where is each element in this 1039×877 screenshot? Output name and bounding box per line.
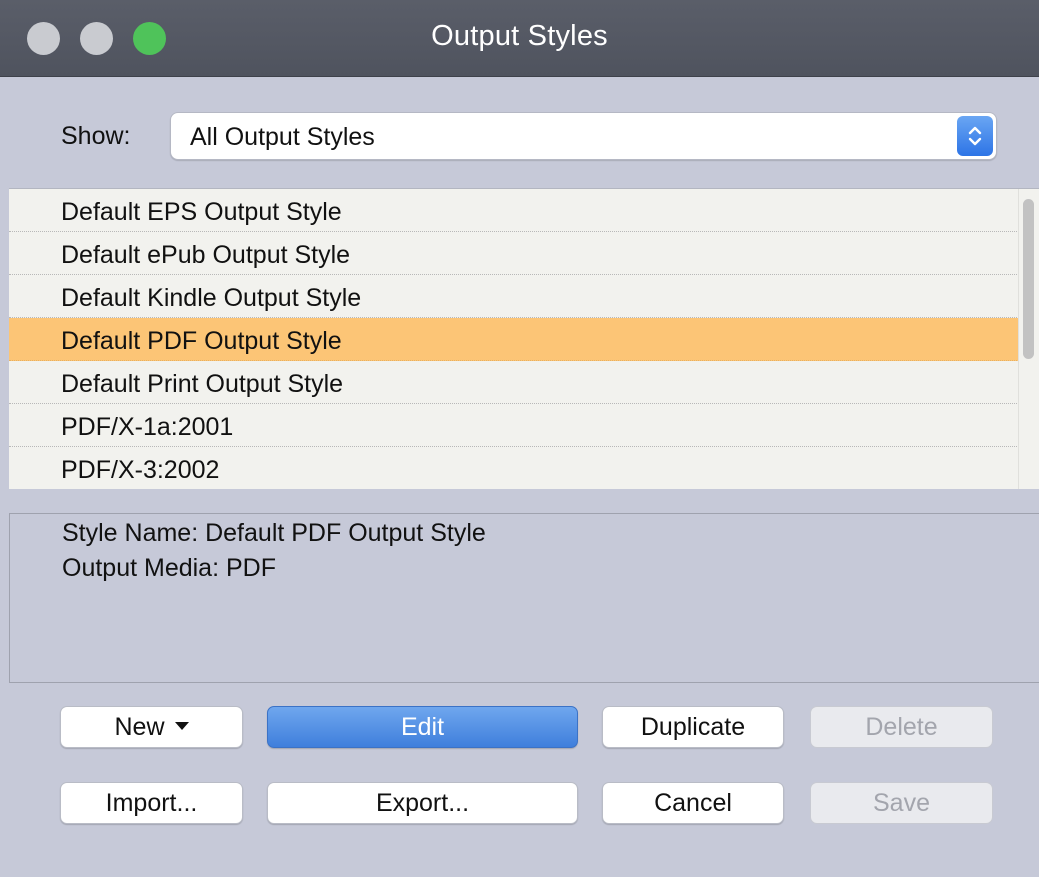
list-item[interactable]: Default ePub Output Style bbox=[9, 232, 1019, 275]
list-item-label: Default EPS Output Style bbox=[61, 198, 342, 226]
new-button[interactable]: New bbox=[60, 706, 243, 748]
cancel-button[interactable]: Cancel bbox=[602, 782, 784, 824]
list-item[interactable]: Default Kindle Output Style bbox=[9, 275, 1019, 318]
delete-button[interactable]: Delete bbox=[810, 706, 993, 748]
list-item-label: Default Print Output Style bbox=[61, 370, 344, 398]
list-item-label: Default PDF Output Style bbox=[61, 327, 342, 355]
list-item-label: Default ePub Output Style bbox=[61, 241, 351, 269]
save-button[interactable]: Save bbox=[810, 782, 993, 824]
list-item-label: PDF/X-3:2002 bbox=[61, 456, 220, 484]
list-scrollbar[interactable] bbox=[1018, 189, 1039, 489]
edit-button[interactable]: Edit bbox=[267, 706, 578, 748]
style-info-panel: Style Name: Default PDF Output Style Out… bbox=[9, 513, 1039, 683]
output-styles-window: Output Styles Show: All Output Styles De… bbox=[0, 0, 1039, 877]
list-item[interactable]: PDF/X-3:2002 bbox=[9, 447, 1019, 489]
list-item-label: PDF/X-1a:2001 bbox=[61, 413, 234, 441]
dropdown-triangle-icon bbox=[174, 722, 189, 731]
list-scroll-thumb[interactable] bbox=[1023, 199, 1034, 359]
output-styles-list[interactable]: Default EPS Output Style Default ePub Ou… bbox=[9, 188, 1039, 489]
import-button[interactable]: Import... bbox=[60, 782, 243, 824]
duplicate-button[interactable]: Duplicate bbox=[602, 706, 784, 748]
list-item-label: Default Kindle Output Style bbox=[61, 284, 362, 312]
list-item-selected[interactable]: Default PDF Output Style bbox=[9, 318, 1019, 361]
show-filter-value: All Output Styles bbox=[190, 123, 375, 151]
output-media-text: Output Media: PDF bbox=[62, 554, 276, 582]
export-button[interactable]: Export... bbox=[267, 782, 578, 824]
title-bar[interactable]: Output Styles bbox=[0, 0, 1039, 77]
up-down-chevron-icon[interactable] bbox=[957, 116, 993, 156]
show-filter-select[interactable]: All Output Styles bbox=[170, 112, 997, 160]
list-item[interactable]: Default Print Output Style bbox=[9, 361, 1019, 404]
list-item[interactable]: Default EPS Output Style bbox=[9, 189, 1019, 232]
new-button-label: New bbox=[114, 713, 165, 741]
show-label: Show: bbox=[61, 122, 131, 150]
list-item[interactable]: PDF/X-1a:2001 bbox=[9, 404, 1019, 447]
window-title: Output Styles bbox=[431, 20, 608, 52]
style-name-text: Style Name: Default PDF Output Style bbox=[62, 519, 486, 547]
